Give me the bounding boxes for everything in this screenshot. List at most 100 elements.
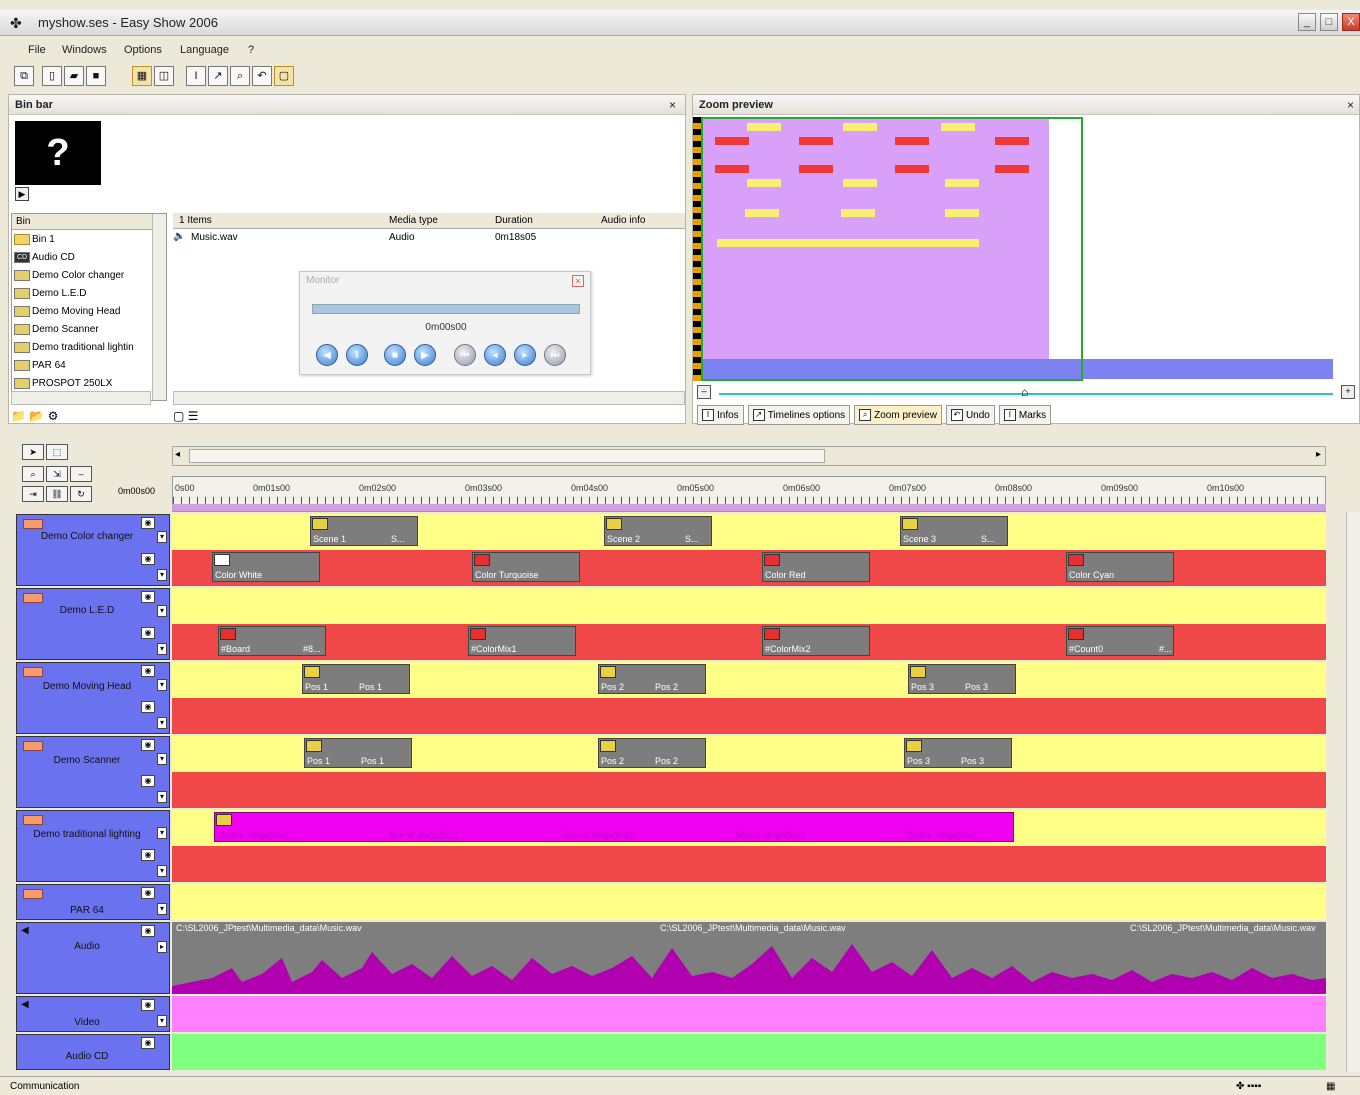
visibility-icon[interactable]: ◉ [141,887,155,899]
tab-marks[interactable]: I Marks [998,405,1052,425]
step-forward-icon[interactable]: ▸ [514,344,536,366]
clip[interactable]: #Count0 #... [1066,626,1174,656]
clip[interactable]: Pos 1 Pos 1 [302,664,410,694]
zoom-tool-icon[interactable]: ⌕ [22,466,44,482]
menu-help[interactable]: ? [248,44,254,56]
bin-item-audio-cd[interactable]: CD Audio CD [12,248,166,266]
lane-led-1[interactable] [172,588,1326,624]
pause-icon[interactable]: ‖ [346,344,368,366]
col-audio-info[interactable]: Audio info [601,215,645,226]
lane-scanner-1[interactable]: Pos 1 Pos 1 Pos 2 Pos 2 Pos 3 Pos 3 [172,736,1326,772]
zoom-slider-thumb-icon[interactable]: ⌂ [1021,385,1028,399]
chevron-down-icon[interactable]: ▾ [157,827,167,839]
play-reverse-icon[interactable]: ◀ [316,344,338,366]
clip[interactable]: Scene 3 S... [900,516,1008,546]
lane-scanner-2[interactable] [172,772,1326,808]
track-label-video[interactable]: ◀ Video ◉ ▾ [16,996,170,1032]
chevron-down-icon[interactable]: ▾ [157,791,167,803]
chevron-down-icon[interactable]: ▾ [157,605,167,617]
bin-item-prospot[interactable]: PROSPOT 250LX [12,374,166,392]
chevron-down-icon[interactable]: ▾ [157,753,167,765]
track-label-audio[interactable]: ◀ Audio ◉ ▸ [16,922,170,994]
scroll-left-icon[interactable]: ◂ [175,449,180,460]
clip[interactable]: #Board #8... [218,626,326,656]
clip[interactable]: Color Turquoise [472,552,580,582]
tab-undo[interactable]: ↶ Undo [945,405,995,425]
save-icon[interactable]: ■ [86,66,106,86]
lane-traditional-2[interactable] [172,846,1326,882]
menu-file[interactable]: File [28,44,46,56]
track-label-audio-cd[interactable]: Audio CD ◉ [16,1034,170,1070]
scroll-right-icon[interactable]: ▸ [1316,449,1321,460]
clip[interactable]: Color White [212,552,320,582]
zoom-canvas[interactable] [701,117,1339,381]
bin-item-led[interactable]: Demo L.E.D [12,284,166,302]
select-arrow-icon[interactable]: ➤ [22,444,44,460]
clip[interactable]: Pos 1 Pos 1 [304,738,412,768]
track-label-demo-color-changer[interactable]: Demo Color changer ◉ ▾ ◉ ▾ [16,514,170,586]
window-view-icon[interactable]: ◫ [154,66,174,86]
minimize-button[interactable]: _ [1298,13,1316,31]
zoom-out-button[interactable]: – [697,385,711,399]
clip[interactable]: Pos 2 Pos 2 [598,664,706,694]
clip[interactable]: Scene 2 S... [604,516,712,546]
clip[interactable]: Scene stage(line) Scene stage(line) Scen… [214,812,1014,842]
menu-options[interactable]: Options [124,44,162,56]
bin-item-color-changer[interactable]: Demo Color changer [12,266,166,284]
zoom-fit-icon[interactable]: ⇲ [46,466,68,482]
maximize-button[interactable]: □ [1320,13,1338,31]
menu-language[interactable]: Language [180,44,229,56]
bin-settings-icon[interactable]: ⚙ [48,409,59,423]
marquee-select-icon[interactable]: ⬚ [46,444,68,460]
lane-audio[interactable]: C:\SL2006_JPtest\Multimedia_data\Music.w… [172,922,1326,994]
info-icon[interactable]: I [186,66,206,86]
lane-par64[interactable] [172,884,1326,920]
close-window-button[interactable]: X [1342,13,1360,31]
lane-moving-head-2[interactable] [172,698,1326,734]
lane-video[interactable] [172,996,1326,1032]
col-items[interactable]: 1 Items [179,215,212,226]
col-media-type[interactable]: Media type [389,215,438,226]
visibility-icon[interactable]: ◉ [141,665,155,677]
track-label-demo-led[interactable]: Demo L.E.D ◉ ▾ ◉ ▾ [16,588,170,660]
timeline-options-icon[interactable]: ↗ [208,66,228,86]
zoom-in-button[interactable]: + [1341,385,1355,399]
open-bin-icon[interactable]: 📂 [29,409,44,423]
windows-icon[interactable]: ⧉ [14,66,34,86]
lane-led-2[interactable]: #Board #8... #ColorMix1 #ColorMix2 #Count… [172,624,1326,660]
thumbnail-view-icon[interactable]: ▢ [173,409,184,423]
bin-item-traditional[interactable]: Demo traditional lightin [12,338,166,356]
chevron-down-icon[interactable]: ▾ [157,679,167,691]
zoom-reduce-icon[interactable]: – [70,466,92,482]
clip[interactable]: #ColorMix2 [762,626,870,656]
bin-item-moving-head[interactable]: Demo Moving Head [12,302,166,320]
col-duration[interactable]: Duration [495,215,533,226]
list-item[interactable]: 🔈 Music.wav Audio 0m18s05 [173,229,685,247]
tab-zoom-preview[interactable]: ⌕ Zoom preview [854,405,942,425]
go-end-icon[interactable]: ⏭ [544,344,566,366]
track-label-demo-scanner[interactable]: Demo Scanner ◉ ▾ ◉ ▾ [16,736,170,808]
close-zoom-preview-button[interactable]: × [1347,98,1354,112]
new-bin-folder-icon[interactable]: 📁 [11,409,26,423]
clip[interactable]: Color Cyan [1066,552,1174,582]
clip[interactable]: Pos 3 Pos 3 [904,738,1012,768]
open-folder-icon[interactable]: ▰ [64,66,84,86]
link-icon[interactable]: ⛓ [46,486,68,502]
visibility-icon[interactable]: ◉ [141,591,155,603]
zoom-viewport-frame[interactable] [701,117,1083,381]
chevron-down-icon[interactable]: ▾ [157,903,167,915]
clip[interactable]: Pos 3 Pos 3 [908,664,1016,694]
bin-tree-hscrollbar[interactable] [11,391,151,405]
chevron-down-icon[interactable]: ▾ [157,717,167,729]
scroll-thumb[interactable] [189,449,825,463]
expand-right-icon[interactable]: ▸ [157,941,167,953]
menu-windows[interactable]: Windows [62,44,107,56]
bin-tree-scrollbar[interactable] [152,214,166,400]
track-label-demo-traditional-lighting[interactable]: Demo traditional lighting ▾ ◉ ▾ [16,810,170,882]
snap-icon[interactable]: ⇥ [22,486,44,502]
track-label-demo-moving-head[interactable]: Demo Moving Head ◉ ▾ ◉ ▾ [16,662,170,734]
undo-icon[interactable]: ↶ [252,66,272,86]
chevron-down-icon[interactable]: ▾ [157,865,167,877]
visibility-icon[interactable]: ◉ [141,1037,155,1049]
clip[interactable]: #ColorMix1 [468,626,576,656]
